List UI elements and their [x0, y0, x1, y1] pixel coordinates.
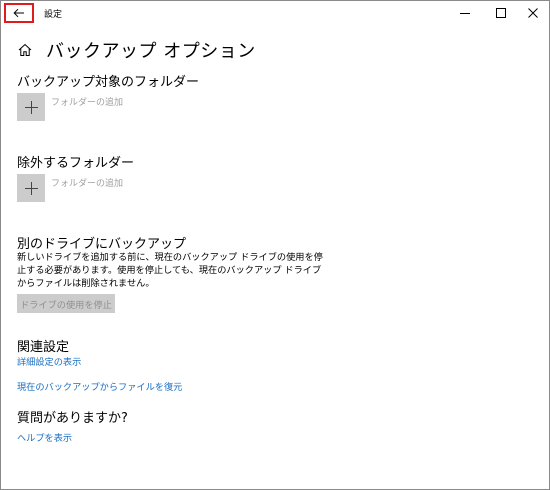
settings-window: 設定 バックアップ オプション バックアップ対象のフォルダー フォルダーの追加 …	[0, 0, 550, 490]
help-heading: 質問がありますか?	[17, 411, 128, 426]
backup-folders-heading: バックアップ対象のフォルダー	[17, 75, 200, 90]
restore-files-link[interactable]: 現在のバックアップからファイルを復元	[17, 379, 182, 393]
add-exclude-folder-label[interactable]: フォルダーの追加	[51, 176, 123, 189]
add-backup-folder-label[interactable]: フォルダーの追加	[51, 95, 123, 108]
minimize-icon	[460, 13, 470, 14]
stop-using-drive-button[interactable]: ドライブの使用を停止	[17, 294, 115, 313]
advanced-settings-link[interactable]: 詳細設定の表示	[17, 354, 81, 368]
page-title: バックアップ オプション	[46, 41, 256, 62]
related-settings-heading: 関連設定	[17, 340, 70, 355]
home-icon[interactable]	[17, 42, 33, 58]
add-backup-folder-button[interactable]	[17, 93, 45, 121]
other-drive-description: 新しいドライブを追加する前に、現在のバックアップ ドライブの使用を停止する必要が…	[17, 252, 323, 289]
plus-icon	[24, 181, 38, 195]
maximize-icon	[496, 8, 506, 18]
add-exclude-folder-button[interactable]	[17, 174, 45, 202]
close-icon	[528, 8, 538, 18]
window-title: 設定	[44, 10, 63, 20]
page-header: バックアップ オプション	[17, 37, 256, 63]
back-arrow-icon	[13, 8, 24, 18]
exclude-folders-heading: 除外するフォルダー	[17, 156, 135, 171]
back-button[interactable]	[4, 3, 34, 23]
maximize-button[interactable]	[483, 1, 519, 25]
get-help-link[interactable]: ヘルプを表示	[17, 430, 72, 444]
plus-icon	[24, 100, 38, 114]
minimize-button[interactable]	[447, 1, 483, 25]
title-bar: 設定	[1, 1, 549, 27]
close-button[interactable]	[515, 1, 549, 25]
other-drive-heading: 別のドライブにバックアップ	[17, 237, 187, 252]
